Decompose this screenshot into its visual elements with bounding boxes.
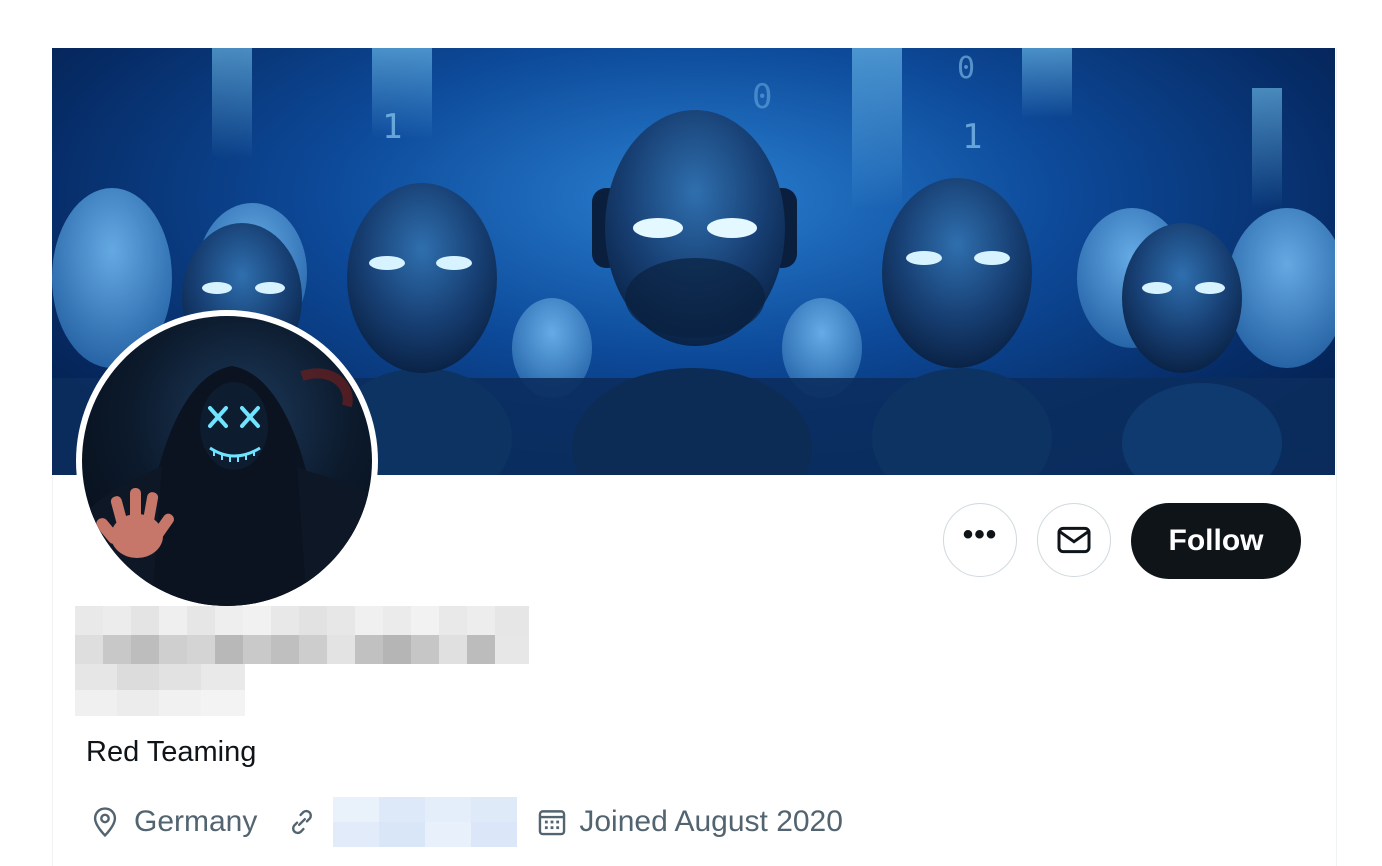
avatar-image xyxy=(82,316,372,606)
svg-text:1: 1 xyxy=(962,117,982,157)
svg-text:1: 1 xyxy=(382,107,402,147)
joined-text: Joined August 2020 xyxy=(579,805,843,838)
display-name-redacted xyxy=(75,606,529,664)
username-handle-redacted xyxy=(75,664,245,716)
profile-bio: Red Teaming xyxy=(86,736,257,768)
envelope-icon xyxy=(1057,526,1091,554)
location-pin-icon xyxy=(93,807,117,838)
profile-location: Germany xyxy=(88,805,257,839)
more-button[interactable]: ••• xyxy=(943,503,1017,577)
follow-button[interactable]: Follow xyxy=(1131,503,1301,579)
message-button[interactable] xyxy=(1037,503,1111,577)
calendar-icon xyxy=(539,810,566,836)
svg-text:0: 0 xyxy=(752,77,772,117)
profile-website[interactable] xyxy=(285,797,535,847)
website-link-redacted[interactable] xyxy=(333,797,518,847)
svg-text:0: 0 xyxy=(957,51,975,86)
location-text: Germany xyxy=(134,805,258,838)
link-icon xyxy=(292,809,313,835)
profile-joined-date: Joined August 2020 xyxy=(535,805,843,839)
profile-meta-row: Germany Joined August 2020 xyxy=(88,797,843,847)
more-icon: ••• xyxy=(962,518,998,551)
profile-avatar[interactable] xyxy=(76,310,378,612)
hooded-figure-illustration xyxy=(82,366,372,606)
